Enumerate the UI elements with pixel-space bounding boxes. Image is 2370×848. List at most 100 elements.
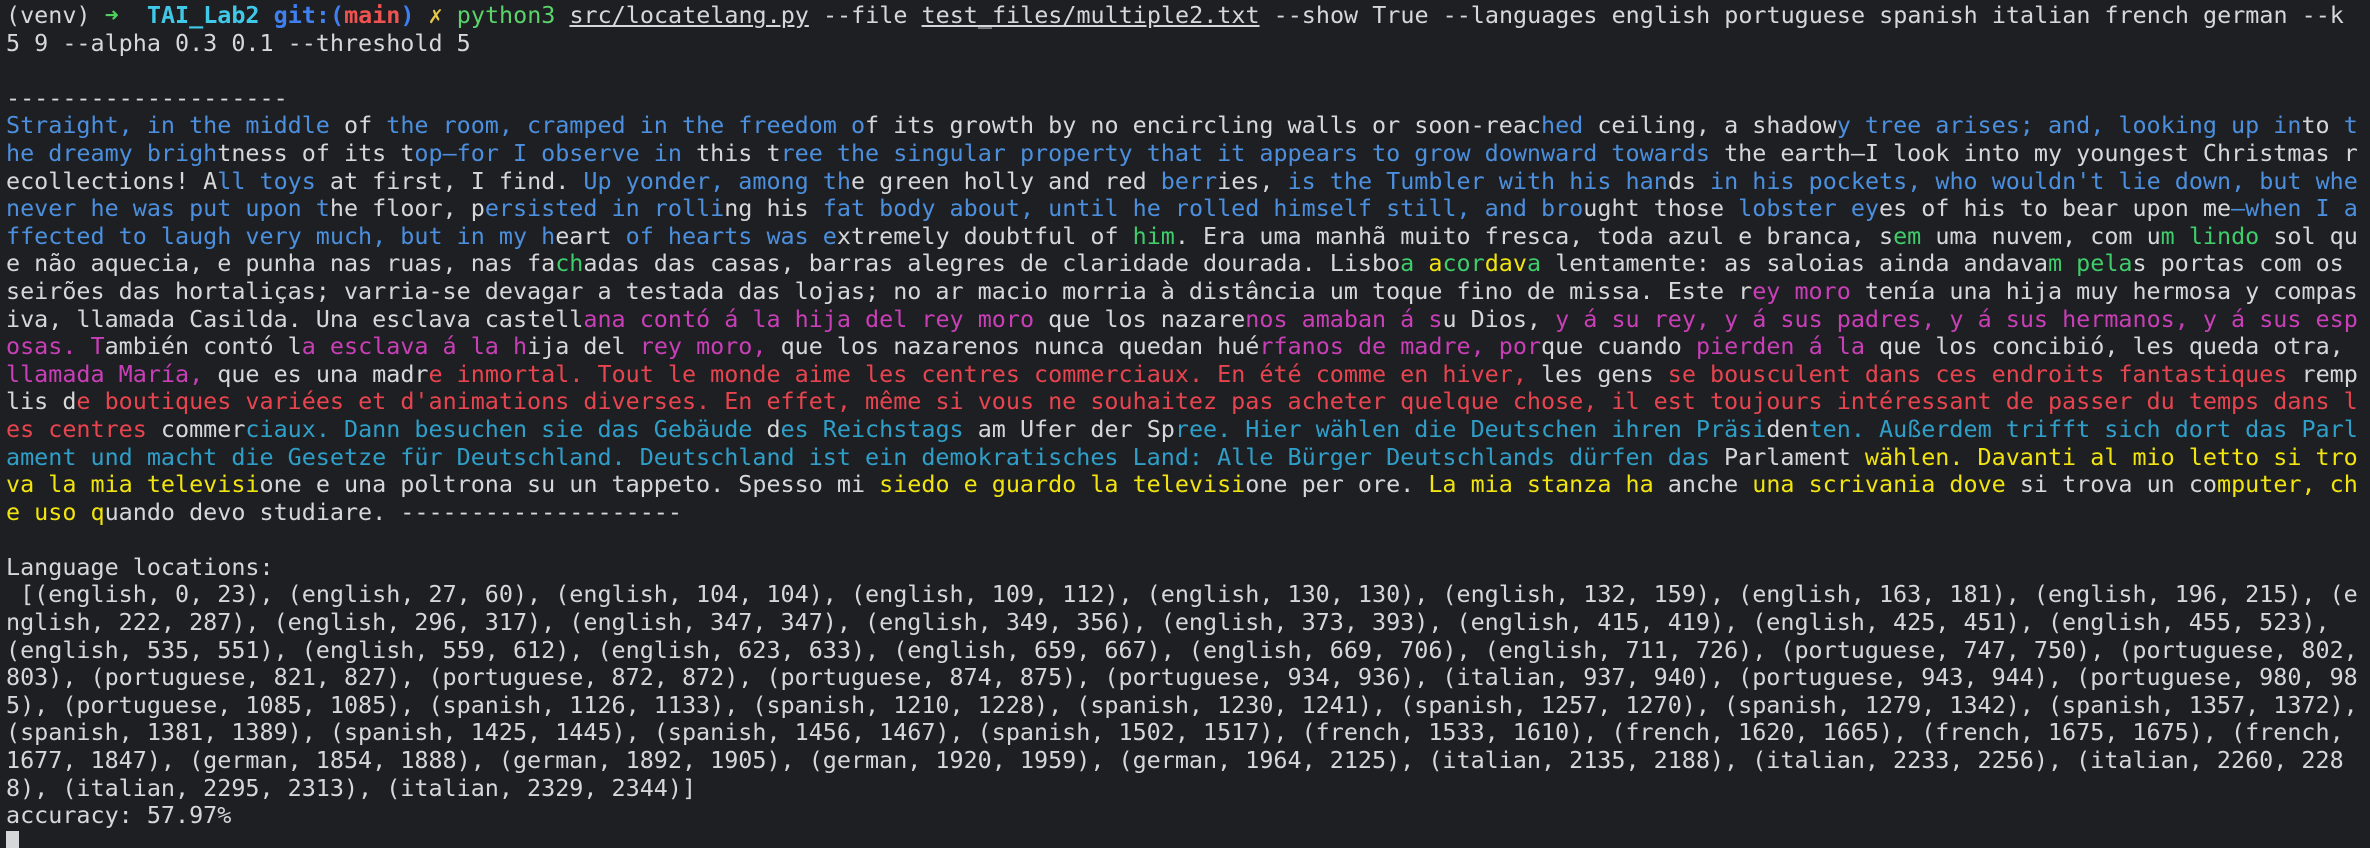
current-directory: TAI_Lab2 bbox=[146, 1, 260, 29]
text-segment-none: ng his bbox=[724, 194, 823, 223]
text-segment-none: at first, I find. bbox=[329, 166, 584, 195]
text-segment-none: ies, bbox=[1217, 166, 1288, 195]
text-segment-english: Up yonder, among th bbox=[583, 166, 851, 195]
text-segment-italian: siedo e guardo la televisi bbox=[879, 470, 1246, 499]
text-segment-english: the room, cramped in the freedom o bbox=[386, 111, 866, 140]
text-segment-spanish: a esclava á la h bbox=[301, 332, 528, 361]
command-line: (venv) ➜ TAI_Lab2 git:(main) ✗ python3 s… bbox=[6, 1, 2370, 57]
git-branch: main bbox=[344, 1, 401, 29]
text-segment-none: les gens bbox=[1541, 359, 1668, 388]
text-segment-none: que los nazarenos nunca quedan hué bbox=[780, 332, 1260, 361]
branch-close-paren: ) bbox=[400, 1, 415, 29]
text-segment-none: Parlament bbox=[1724, 442, 1865, 471]
text-segment-italian: a bbox=[1428, 249, 1443, 278]
prompt-arrow-icon: ➜ bbox=[104, 1, 119, 29]
text-segment-portuguese: a bbox=[1526, 249, 1542, 278]
input-file-path: test_files/multiple2.txt bbox=[921, 1, 1260, 29]
text-segment-none: adas das casas, barras alegres de clarid… bbox=[583, 249, 1401, 278]
text-segment-none: eart bbox=[555, 221, 626, 250]
locations-list: [(english, 0, 23), (english, 27, 60), (e… bbox=[6, 580, 2358, 802]
text-segment-spanish: ey moro bbox=[1752, 276, 1851, 305]
text-segment-none: uando devo studiare. -------------------… bbox=[104, 497, 682, 526]
text-segment-none: que los nazare bbox=[1034, 304, 1246, 333]
text-segment-none: tness of its t bbox=[217, 138, 415, 167]
next-prompt-line[interactable] bbox=[6, 830, 2370, 848]
text-segment-english: fat body about, until he rolled himself … bbox=[822, 194, 1584, 223]
text-segment-portuguese: cor bbox=[1442, 249, 1485, 278]
text-segment-portuguese: him bbox=[1132, 221, 1175, 250]
text-segment-german: es Reichstags bbox=[780, 414, 978, 443]
text-segment-english: y tree arises; and, looking up in bbox=[1836, 111, 2302, 140]
text-segment-none: one e una poltrona su un tappeto. Spesso… bbox=[259, 470, 880, 499]
text-segment-none: den bbox=[1766, 414, 1809, 443]
text-segment-italian: La mia stanza ha bbox=[1428, 470, 1668, 499]
text-segment-none: one per ore. bbox=[1245, 470, 1429, 499]
text-segment-none: uma nuvem, com u bbox=[1921, 221, 2161, 250]
text-segment-english: ersisted in rolli bbox=[484, 194, 725, 223]
text-segment-none: this t bbox=[696, 138, 781, 167]
locations-label: Language locations: bbox=[6, 552, 274, 581]
text-segment-none: ught those bbox=[1583, 194, 1739, 223]
text-segment-none: que los concibió, les queda otra, bbox=[1864, 332, 2358, 361]
text-segment-none: the earth—I look into my youn bbox=[1724, 138, 2133, 167]
venv-indicator: (venv) bbox=[6, 1, 91, 29]
text-segment-english: is the Tumbler with his han bbox=[1287, 166, 1668, 195]
text-segment-english: of hearts was e bbox=[625, 221, 837, 250]
text-segment-english: ree the singular property that it appear… bbox=[780, 138, 1725, 167]
accuracy-line: accuracy: 57.97% bbox=[6, 801, 2370, 830]
text-segment-english: berr bbox=[1160, 166, 1218, 195]
text-segment-french: e inmortal. Tout le monde aime les centr… bbox=[428, 359, 1542, 388]
text-segment-english: Straight, in the middle bbox=[6, 111, 344, 140]
text-segment-german: ree. Hier wählen die Deutschen ihren Prä… bbox=[1174, 414, 1767, 443]
top-separator: -------------------- bbox=[6, 83, 288, 112]
text-segment-none: to bbox=[2301, 111, 2330, 140]
text-segment-spanish: pierden á la bbox=[1695, 332, 1865, 361]
text-segment-french: se bousculent dans ces endroits fantasti… bbox=[1667, 359, 2302, 388]
dirty-status-icon: ✗ bbox=[428, 1, 443, 29]
text-segment-none: . Era uma manhã muito fresca, toda azul … bbox=[1174, 221, 1894, 250]
text-segment-german: ciaux. Dann besuchen sie das Gebäude bbox=[245, 414, 753, 443]
script-path: src/locatelang.py bbox=[569, 1, 809, 29]
text-segment-spanish: nos amaban á s bbox=[1245, 304, 1443, 333]
text-segment-none: ds bbox=[1667, 166, 1711, 195]
text-segment-spanish: ana contó á la hija del rey moro bbox=[583, 304, 1035, 333]
text-segment-english: hed bbox=[1541, 111, 1584, 140]
text-segment-none: he floor, p bbox=[329, 194, 485, 223]
text-segment-none: anche bbox=[1667, 470, 1753, 499]
text-segment-portuguese: m pela bbox=[2048, 249, 2133, 278]
text-segment-none: ija del bbox=[527, 332, 640, 361]
text-segment-english: ll toys bbox=[217, 166, 330, 195]
text-segment-spanish: rfanos de madre, por bbox=[1259, 332, 1542, 361]
text-segment-none: que cuando bbox=[1541, 332, 1696, 361]
text-segment-none: lentamente: as saloias ainda andava bbox=[1541, 249, 2048, 278]
text-segment-italian: dav bbox=[1484, 249, 1527, 278]
text-segment-spanish: rey moro, bbox=[639, 332, 781, 361]
text-segment-english: lobster ey bbox=[1738, 194, 1879, 223]
branch-open-paren: ( bbox=[329, 1, 345, 29]
text-segment-none: ceiling, a shadow bbox=[1583, 111, 1837, 140]
command-name: python3 bbox=[456, 1, 556, 29]
git-label: git: bbox=[273, 1, 330, 29]
text-segment-none: u Dios, bbox=[1442, 304, 1556, 333]
text-segment-none: ambién contó l bbox=[104, 332, 302, 361]
text-segment-spanish: llamada María, bbox=[6, 359, 218, 388]
accuracy-label: accuracy: bbox=[6, 801, 133, 830]
text-segment-portuguese: a bbox=[1400, 249, 1429, 278]
text-segment-none: xtremely doubtful of bbox=[836, 221, 1133, 250]
text-segment-portuguese: ch bbox=[555, 249, 584, 278]
text-segment-none: commer bbox=[160, 414, 246, 443]
text-segment-none: d bbox=[752, 414, 781, 443]
text-segment-portuguese: em bbox=[1893, 221, 1922, 250]
text-segment-none: e green holly and red bbox=[850, 166, 1161, 195]
terminal-cursor bbox=[6, 830, 19, 848]
file-flag: --file bbox=[822, 1, 908, 29]
text-segment-none: am Ufer der Sp bbox=[977, 414, 1175, 443]
text-segment-portuguese: m lindo bbox=[2160, 221, 2260, 250]
text-segment-none: f its growth by no encircling walls or s… bbox=[865, 111, 1541, 140]
text-segment-none: que es una madr bbox=[217, 359, 429, 388]
terminal-window[interactable]: (venv) ➜ TAI_Lab2 git:(main) ✗ python3 s… bbox=[0, 0, 2370, 848]
language-colored-output: Straight, in the middle of the room, cra… bbox=[6, 112, 2370, 526]
accuracy-value: 57.97% bbox=[146, 801, 232, 830]
